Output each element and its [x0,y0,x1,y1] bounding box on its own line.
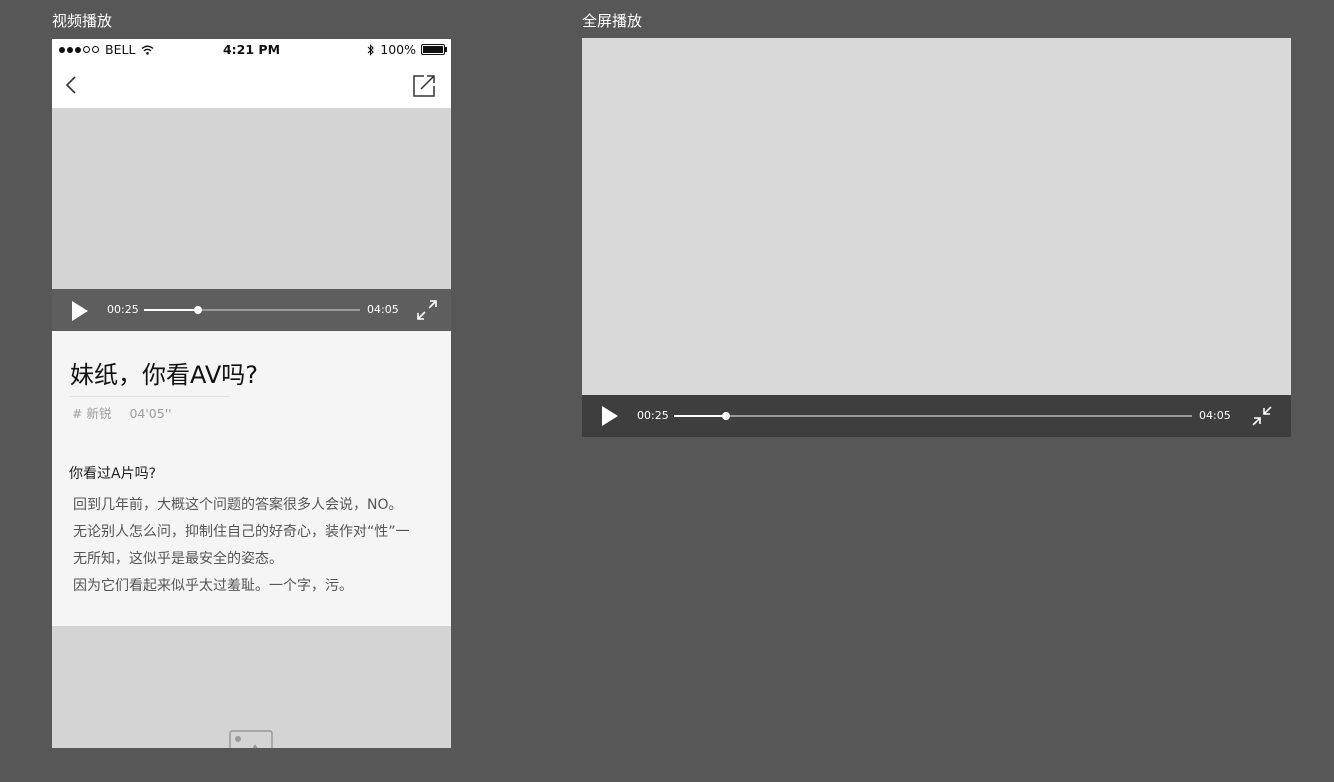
article-meta: # 新锐 04'05'' [72,403,172,422]
share-icon[interactable] [410,72,438,100]
play-icon[interactable] [602,406,618,426]
progress-bar[interactable] [674,412,1192,420]
title-divider [70,396,230,397]
bluetooth-icon [367,43,375,56]
video-controls: 00:25 04:05 [52,289,451,331]
fullscreen-controls: 00:25 04:05 [582,395,1291,437]
section-label-video-play: 视频播放 [52,12,113,30]
status-bar: BELL 4:21 PM 100% [52,39,451,61]
fullscreen-player[interactable]: 00:25 04:05 [582,38,1291,437]
article-duration: 04'05'' [129,406,172,421]
current-time: 00:25 [637,409,669,422]
body-line: 因为它们看起来似乎太过羞耻。一个字，污。 [73,578,353,594]
article-body: 回到几年前，大概这个问题的答案很多人会说，NO。 无论别人怎么问，抑制住自己的好… [73,492,410,600]
image-placeholder [52,626,451,748]
total-time: 04:05 [1199,409,1231,422]
body-line: 无论别人怎么问，抑制住自己的好奇心，装作对“性”一 [73,524,410,540]
video-area[interactable] [52,108,451,289]
article-title: 妹纸，你看AV吗? [70,361,259,389]
play-icon[interactable] [72,301,88,321]
image-placeholder-icon [229,730,273,748]
article-question: 你看过A片吗? [69,466,157,482]
fullscreen-icon[interactable] [416,299,438,321]
section-label-fullscreen: 全屏播放 [582,12,643,30]
progress-fill [144,309,198,311]
body-line: 无所知，这似乎是最安全的姿态。 [73,551,283,567]
back-icon[interactable] [60,71,80,99]
article-tag[interactable]: # 新锐 [72,406,111,421]
battery-percent: 100% [380,42,416,57]
total-time: 04:05 [367,303,399,316]
progress-fill [674,415,726,417]
progress-knob[interactable] [194,306,202,314]
nav-bar [52,61,451,108]
body-line: 回到几年前，大概这个问题的答案很多人会说，NO。 [73,497,403,513]
exit-fullscreen-icon[interactable] [1251,405,1273,427]
progress-bar[interactable] [144,306,360,314]
current-time: 00:25 [107,303,139,316]
phone-mockup: BELL 4:21 PM 100% 00:25 04:05 妹纸，你看AV吗? … [52,39,451,748]
progress-knob[interactable] [721,412,730,420]
battery-icon [421,44,447,55]
article-section: 妹纸，你看AV吗? # 新锐 04'05'' 你看过A片吗? 回到几年前，大概这个… [52,331,451,626]
